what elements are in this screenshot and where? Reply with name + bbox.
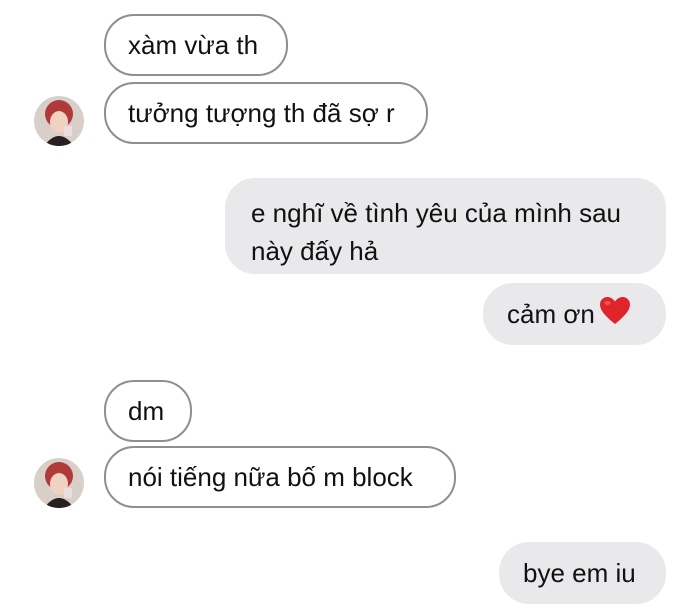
message-bubble-outgoing[interactable]: bye em iu	[499, 542, 666, 604]
message-bubble-incoming[interactable]: tưởng tượng th đã sợ r	[104, 82, 428, 144]
message-text: xàm vừa th	[128, 30, 259, 60]
message-bubble-outgoing[interactable]: e nghĩ về tình yêu của mình sau này đấy …	[225, 178, 666, 274]
message-bubble-incoming[interactable]: nói tiếng nữa bố m block	[104, 446, 456, 508]
message-text: e nghĩ về tình yêu của mình sau này đấy …	[251, 198, 622, 266]
message-text: bye em iu	[523, 558, 636, 588]
message-text: cảm ơn	[507, 299, 595, 329]
avatar-image	[34, 96, 84, 146]
heart-icon	[599, 296, 631, 333]
message-bubble-incoming[interactable]: dm	[104, 380, 192, 442]
message-bubble-outgoing[interactable]: cảm ơn	[483, 283, 666, 345]
message-bubble-incoming[interactable]: xàm vừa th	[104, 14, 288, 76]
contact-avatar[interactable]	[34, 96, 84, 146]
avatar-image	[34, 458, 84, 508]
message-text: dm	[128, 396, 165, 426]
message-text: tưởng tượng th đã sợ r	[128, 98, 395, 128]
contact-avatar[interactable]	[34, 458, 84, 508]
message-text: nói tiếng nữa bố m block	[128, 462, 413, 492]
